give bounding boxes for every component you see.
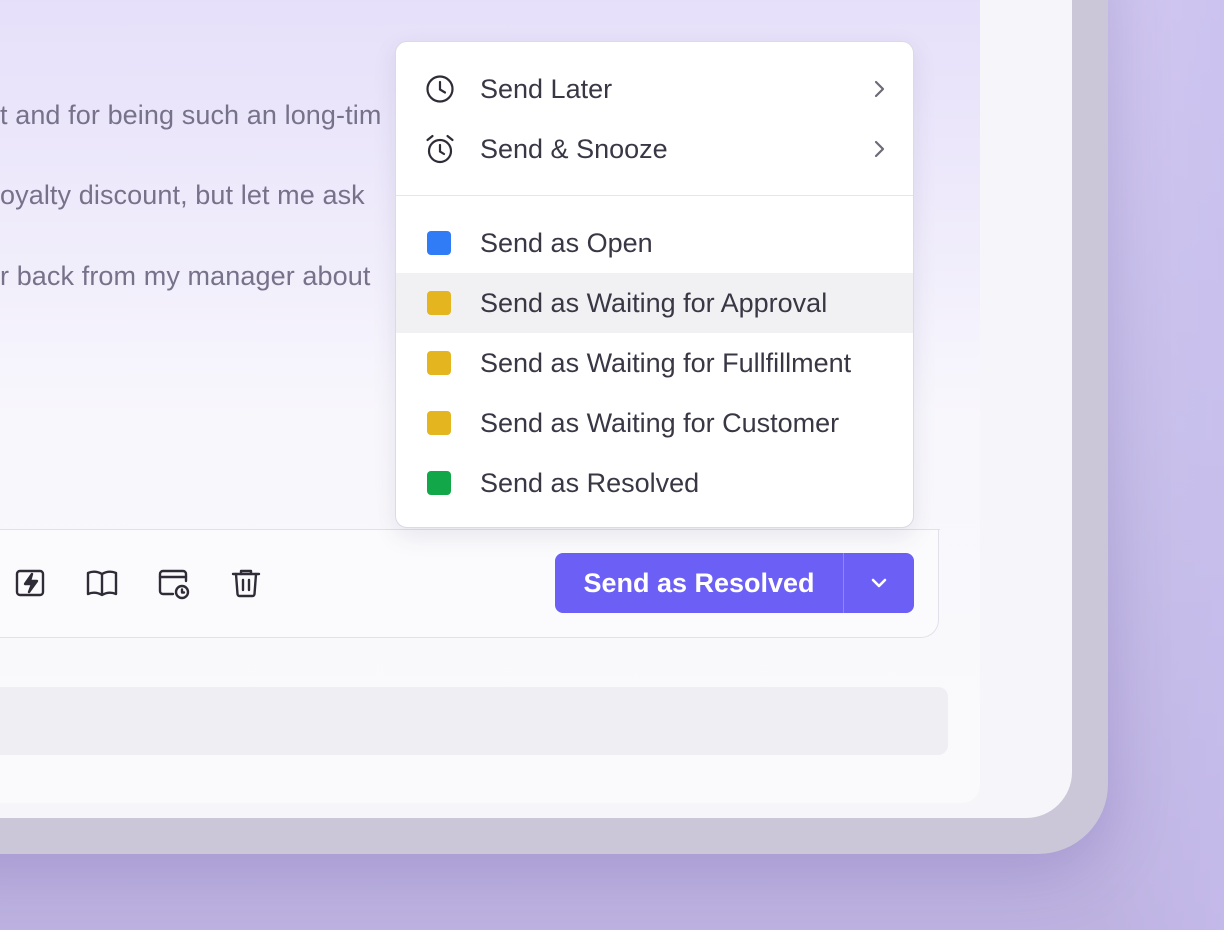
send-button[interactable]: Send as Resolved (555, 553, 914, 613)
message-line-1: t and for being such an long-tim (0, 100, 382, 130)
send-options-button[interactable] (844, 553, 914, 613)
menu-item-send-as-waiting-for-fullfillment[interactable]: Send as Waiting for Fullfillment (396, 333, 913, 393)
bottom-input-bar[interactable] (0, 687, 948, 755)
menu-item-label: Send as Open (480, 227, 653, 258)
alarm-clock-icon (426, 134, 454, 164)
menu-item-label: Send as Resolved (480, 467, 700, 498)
menu-item-label: Send as Waiting for Customer (480, 407, 840, 438)
menu-item-label: Send & Snooze (480, 133, 668, 164)
clock-icon (426, 75, 454, 103)
status-swatch-open (427, 231, 451, 255)
message-line-3: r back from my manager about (0, 261, 371, 291)
menu-item-label: Send as Waiting for Fullfillment (480, 347, 852, 378)
status-swatch-resolved (427, 471, 451, 495)
schedule-calendar-icon[interactable] (156, 565, 192, 601)
chevron-down-icon (871, 578, 887, 588)
background-glow (1100, 0, 1224, 930)
send-button-label[interactable]: Send as Resolved (555, 568, 843, 599)
message-line-2: oyalty discount, but let me ask (0, 180, 365, 210)
menu-item-send-as-waiting-for-approval[interactable]: Send as Waiting for Approval (396, 273, 913, 333)
knowledge-book-icon[interactable] (84, 565, 120, 601)
menu-item-send-as-resolved[interactable]: Send as Resolved (396, 453, 913, 513)
composer-divider (0, 529, 940, 530)
menu-item-send-and-snooze[interactable]: Send & Snooze (396, 119, 913, 179)
chevron-right-icon (874, 80, 885, 98)
menu-divider (396, 195, 913, 196)
menu-item-send-later[interactable]: Send Later (396, 59, 913, 119)
status-swatch-waiting-customer (427, 411, 451, 435)
trash-icon[interactable] (228, 565, 264, 601)
status-swatch-waiting-approval (427, 291, 451, 315)
chevron-right-icon (874, 140, 885, 158)
macro-bolt-icon[interactable] (12, 565, 48, 601)
menu-item-label: Send as Waiting for Approval (480, 287, 828, 318)
menu-item-send-as-open[interactable]: Send as Open (396, 213, 913, 273)
menu-item-send-as-waiting-for-customer[interactable]: Send as Waiting for Customer (396, 393, 913, 453)
send-options-menu: Send Later Send & Snooze Send as Open Se… (395, 41, 914, 528)
status-swatch-waiting-fullfillment (427, 351, 451, 375)
menu-item-label: Send Later (480, 73, 613, 104)
